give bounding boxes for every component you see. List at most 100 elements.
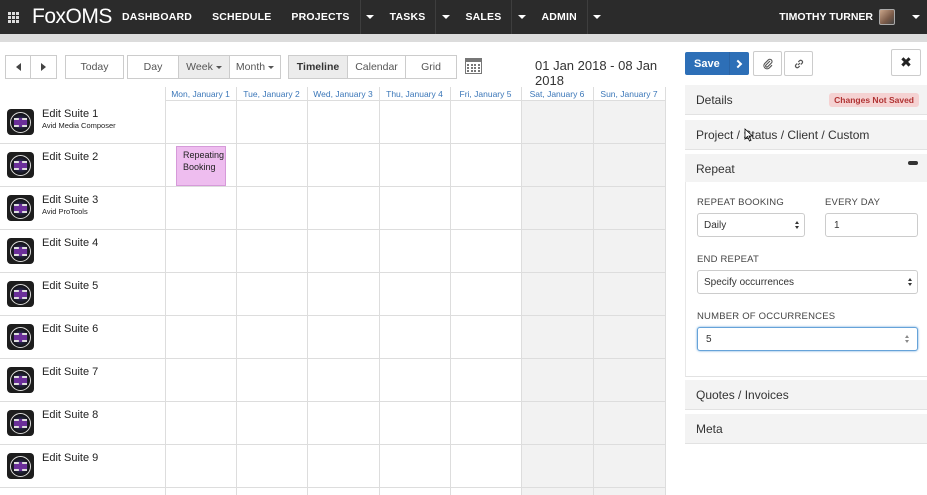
nav-tasks[interactable]: TASKS (380, 0, 436, 34)
save-button[interactable]: Save (685, 52, 749, 75)
day-header[interactable]: Thu, January 4 (379, 87, 450, 101)
column-divider (307, 87, 308, 495)
repeat-form: REPEAT BOOKING Daily EVERY DAY 1 END REP… (685, 182, 927, 377)
save-options-button[interactable] (729, 52, 749, 75)
paperclip-icon (762, 58, 773, 69)
day-header[interactable]: Fri, January 5 (450, 87, 521, 101)
day-header[interactable]: Sat, January 6 (521, 87, 593, 101)
nav-tasks-caret[interactable] (435, 0, 455, 34)
every-day-input[interactable]: 1 (825, 213, 918, 237)
avatar[interactable] (879, 9, 895, 25)
close-button[interactable]: ✖ (891, 49, 921, 76)
end-repeat-select[interactable]: Specify occurrences (697, 270, 918, 294)
month-view-button[interactable]: Month (229, 55, 281, 79)
nav-projects-caret[interactable] (359, 0, 380, 34)
column-divider (450, 87, 451, 495)
resource-row[interactable]: Edit Suite 9 (0, 445, 665, 488)
close-icon: ✖ (900, 54, 912, 70)
today-button[interactable]: Today (65, 55, 124, 79)
details-section[interactable]: Details Changes Not Saved (685, 85, 927, 115)
project-section[interactable]: Project / Status / Client / Custom (685, 120, 927, 150)
resource-subtitle: Avid ProTools (42, 207, 88, 216)
resource-row[interactable]: Edit Suite 5 (0, 273, 665, 316)
occurrences-value: 5 (706, 333, 712, 345)
column-divider (593, 87, 594, 495)
resource-row[interactable]: Edit Suite 6 (0, 316, 665, 359)
nav-sales[interactable]: SALES (455, 0, 511, 34)
nav-admin[interactable]: ADMIN (531, 0, 586, 34)
resource-name: Edit Suite 2 (42, 151, 99, 163)
quotes-title: Quotes / Invoices (696, 388, 789, 402)
day-header[interactable]: Tue, January 2 (236, 87, 307, 101)
mouse-cursor-icon (744, 128, 754, 142)
resource-row[interactable]: Edit Suite 1 Avid Media Composer (0, 101, 665, 144)
avid-icon (7, 281, 34, 307)
column-divider (165, 87, 166, 495)
resource-name: Edit Suite 6 (42, 323, 99, 335)
day-header[interactable]: Wed, January 3 (307, 87, 379, 101)
occurrences-input[interactable]: 5 (697, 327, 918, 351)
chevron-down-icon (441, 15, 450, 19)
next-button[interactable] (30, 55, 57, 79)
avid-icon (7, 367, 34, 393)
collapse-icon[interactable] (908, 161, 918, 165)
chevron-down-icon (912, 15, 920, 19)
day-view-button[interactable]: Day (127, 55, 179, 79)
column-divider (521, 87, 522, 495)
repeating-booking[interactable]: Repeating Booking (176, 146, 226, 186)
save-label: Save (694, 57, 720, 70)
status-badge: Changes Not Saved (829, 93, 919, 107)
updown-icon (908, 278, 912, 286)
day-header[interactable]: Sun, January 7 (593, 87, 665, 101)
avid-icon (7, 453, 34, 479)
day-header[interactable]: Mon, January 1 (165, 87, 236, 101)
user-menu[interactable]: TIMOTHY TURNER (779, 0, 927, 34)
link-button[interactable] (784, 51, 813, 76)
every-day-label: EVERY DAY (825, 197, 881, 208)
logo[interactable]: FoxOMS (32, 5, 112, 29)
chevron-right-icon (733, 59, 743, 68)
calendar-tab[interactable]: Calendar (347, 55, 406, 79)
resource-row[interactable]: Edit Suite 8 (0, 402, 665, 445)
nav-projects[interactable]: PROJECTS (281, 0, 359, 34)
repeat-section[interactable]: Repeat (685, 154, 927, 183)
timeline-tab[interactable]: Timeline (288, 55, 348, 79)
avid-icon (7, 324, 34, 350)
details-title: Details (696, 93, 733, 107)
user-menu-caret[interactable] (905, 15, 927, 19)
attach-button[interactable] (753, 51, 782, 76)
nav-dashboard[interactable]: DASHBOARD (112, 0, 202, 34)
grid-icon (7, 11, 19, 23)
nav-admin-caret[interactable] (586, 0, 607, 34)
avid-icon (7, 109, 34, 135)
resource-row[interactable]: Edit Suite 2 (0, 144, 665, 187)
updown-icon (795, 221, 799, 229)
resource-row[interactable]: Edit Suite 7 (0, 359, 665, 402)
calendar-icon[interactable] (465, 58, 482, 74)
repeat-booking-value: Daily (704, 219, 727, 231)
avid-icon (7, 195, 34, 221)
nav-sales-caret[interactable] (511, 0, 531, 34)
user-name[interactable]: TIMOTHY TURNER (779, 11, 873, 23)
avid-icon (7, 238, 34, 264)
column-divider (236, 87, 237, 495)
resource-row[interactable]: Edit Suite 3 Avid ProTools (0, 187, 665, 230)
week-view-label: Week (186, 61, 213, 73)
every-day-value: 1 (834, 219, 840, 231)
meta-title: Meta (696, 422, 723, 436)
resource-row[interactable]: Edit Suite 4 (0, 230, 665, 273)
resource-name: Edit Suite 3 (42, 194, 99, 206)
grid-tab[interactable]: Grid (405, 55, 457, 79)
repeat-title: Repeat (696, 162, 735, 176)
repeat-booking-select[interactable]: Daily (697, 213, 805, 237)
date-range-label: 01 Jan 2018 - 08 Jan 2018 (535, 58, 658, 88)
chevron-down-icon (517, 15, 526, 19)
apps-menu-button[interactable] (0, 0, 26, 34)
meta-section[interactable]: Meta (685, 414, 927, 444)
week-view-button[interactable]: Week (178, 55, 230, 79)
quotes-section[interactable]: Quotes / Invoices (685, 380, 927, 410)
nav-schedule[interactable]: SCHEDULE (202, 0, 281, 34)
timeline-grid: Mon, January 1 Tue, January 2 Wed, January… (0, 87, 666, 495)
spinner-icon[interactable] (905, 335, 909, 343)
prev-button[interactable] (5, 55, 31, 79)
